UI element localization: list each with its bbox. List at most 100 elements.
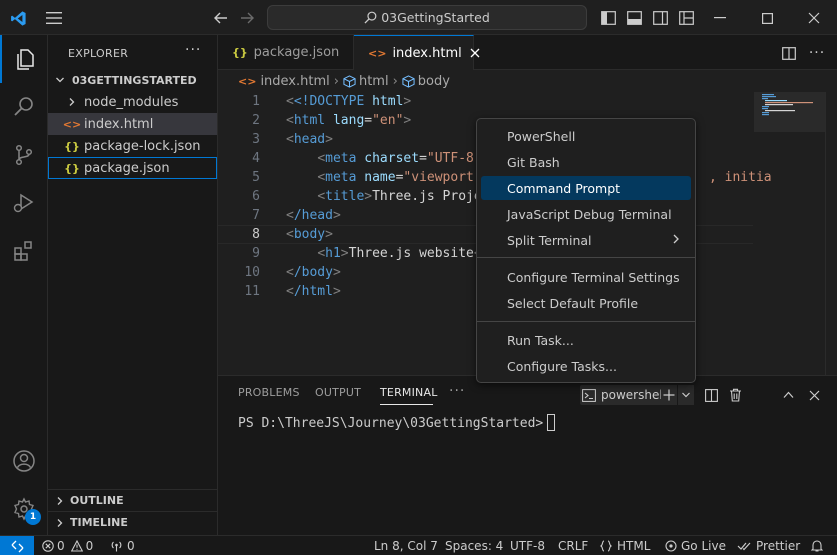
- close-tab-icon[interactable]: [470, 48, 480, 58]
- toggle-panel-icon[interactable]: [624, 8, 644, 28]
- html-file-icon: <>: [238, 74, 257, 88]
- title-bar: 03GettingStarted: [0, 0, 837, 35]
- split-terminal-icon[interactable]: [702, 385, 720, 405]
- problems-indicator[interactable]: 0 0: [42, 536, 93, 555]
- tree-item-node-modules[interactable]: node_modules: [48, 91, 217, 113]
- kill-terminal-trash-icon[interactable]: [726, 385, 744, 405]
- breadcrumb-separator-icon: ›: [392, 73, 398, 89]
- editor-scrollbar[interactable]: [825, 92, 837, 375]
- language-mode[interactable]: HTML: [600, 536, 650, 555]
- terminal-prompt: PS D:\ThreeJS\Journey\03GettingStarted>: [238, 416, 544, 431]
- extensions-icon[interactable]: [0, 227, 48, 275]
- command-center-search[interactable]: 03GettingStarted: [267, 5, 587, 30]
- close-window-icon[interactable]: [804, 8, 824, 28]
- panel-more-icon[interactable]: ···: [449, 383, 465, 399]
- tree-item-package-lock-json[interactable]: {} package-lock.json: [48, 135, 217, 157]
- outline-section[interactable]: OUTLINE: [48, 489, 217, 511]
- source-control-icon[interactable]: [0, 131, 48, 179]
- tab-package-json[interactable]: {} package.json: [218, 35, 354, 70]
- explorer-sidebar: EXPLORER ··· 03GETTINGSTARTED node_modul…: [48, 35, 218, 535]
- new-terminal-profile-menu: PowerShell Git Bash Command Prompt JavaS…: [476, 118, 696, 383]
- tree-item-label: package-lock.json: [84, 138, 201, 154]
- json-file-icon: {}: [64, 161, 80, 175]
- tab-index-html[interactable]: <> index.html: [354, 35, 480, 70]
- maximize-icon[interactable]: [757, 8, 777, 28]
- double-check-icon: [737, 541, 751, 551]
- prettier-status[interactable]: Prettier: [737, 536, 800, 555]
- menu-item-javascript-debug-terminal[interactable]: JavaScript Debug Terminal: [481, 202, 691, 226]
- minimize-icon[interactable]: [710, 8, 730, 28]
- tab-label: package.json: [253, 45, 340, 60]
- chevron-right-icon: [52, 496, 68, 506]
- menu-separator: [477, 257, 695, 258]
- html-file-icon: <>: [368, 46, 387, 60]
- terminal-output[interactable]: PS D:\ThreeJS\Journey\03GettingStarted>: [238, 414, 556, 431]
- menu-item-git-bash[interactable]: Git Bash: [481, 150, 691, 174]
- forward-arrow-icon[interactable]: [237, 8, 257, 28]
- vscode-logo-icon[interactable]: [8, 8, 28, 28]
- customize-layout-icon[interactable]: [676, 8, 696, 28]
- chevron-right-icon: [671, 232, 681, 249]
- breadcrumb-file[interactable]: index.html: [260, 74, 329, 89]
- bottom-panel: PROBLEMS OUTPUT TERMINAL ··· powershell …: [218, 375, 837, 535]
- terminal-cursor: [547, 414, 556, 431]
- cursor-position[interactable]: Ln 8, Col 7: [374, 536, 438, 555]
- notifications-bell-icon[interactable]: [811, 536, 823, 555]
- breadcrumb-separator-icon: ›: [333, 73, 339, 89]
- tab-problems[interactable]: PROBLEMS: [238, 386, 300, 399]
- toggle-secondary-sidebar-icon[interactable]: [650, 8, 670, 28]
- terminal-profiles-chevron-down-icon[interactable]: [678, 385, 694, 405]
- minimap[interactable]: [754, 92, 826, 375]
- tree-item-label: node_modules: [84, 94, 179, 110]
- tab-terminal[interactable]: TERMINAL: [380, 386, 438, 399]
- menu-item-command-prompt[interactable]: Command Prompt: [481, 176, 691, 200]
- remote-indicator[interactable]: [0, 536, 34, 555]
- active-tab-indicator: [380, 404, 433, 405]
- tree-item-label: package.json: [84, 160, 170, 176]
- tree-item-package-json[interactable]: {} package.json: [48, 157, 217, 179]
- status-bar: 0 0 0 Ln 8, Col 7 Spaces: 4 UTF-8 CRLF H…: [0, 535, 837, 555]
- back-arrow-icon[interactable]: [211, 8, 231, 28]
- menu-item-configure-tasks[interactable]: Configure Tasks...: [481, 354, 691, 378]
- element-cube-icon: [343, 74, 356, 88]
- tree-item-label: index.html: [84, 116, 154, 132]
- breadcrumb-node-html[interactable]: html: [359, 74, 389, 89]
- menu-separator: [477, 321, 695, 322]
- search-icon[interactable]: [0, 83, 48, 131]
- tab-output[interactable]: OUTPUT: [315, 386, 361, 399]
- maximize-panel-chevron-up-icon[interactable]: [779, 385, 797, 405]
- error-icon: [42, 539, 54, 552]
- element-cube-icon: [402, 74, 415, 88]
- toggle-primary-sidebar-icon[interactable]: [598, 8, 618, 28]
- ports-indicator[interactable]: 0: [110, 536, 135, 555]
- chevron-right-icon: [64, 97, 80, 107]
- go-live-button[interactable]: Go Live: [665, 536, 726, 555]
- manage-gear-icon[interactable]: [0, 485, 48, 533]
- menu-item-split-terminal[interactable]: Split Terminal: [481, 228, 691, 252]
- tree-item-index-html[interactable]: <> index.html: [48, 113, 217, 135]
- menu-item-powershell[interactable]: PowerShell: [481, 124, 691, 148]
- close-panel-icon[interactable]: [805, 385, 823, 405]
- accounts-icon[interactable]: [0, 437, 48, 485]
- breadcrumb-node-body[interactable]: body: [418, 74, 450, 89]
- terminal-instance[interactable]: powershell: [580, 385, 671, 405]
- notification-badge: 1: [25, 509, 41, 525]
- timeline-section[interactable]: TIMELINE: [48, 511, 217, 533]
- explorer-icon[interactable]: [0, 35, 48, 83]
- menu-item-select-default-profile[interactable]: Select Default Profile: [481, 291, 691, 315]
- indentation[interactable]: Spaces: 4: [445, 536, 503, 555]
- encoding[interactable]: UTF-8: [510, 536, 545, 555]
- editor-more-actions-icon[interactable]: ···: [807, 43, 827, 63]
- workspace-root-folder[interactable]: 03GETTINGSTARTED: [48, 69, 217, 91]
- menu-item-run-task[interactable]: Run Task...: [481, 328, 691, 352]
- broadcast-icon: [110, 540, 123, 552]
- menu-item-configure-terminal-settings[interactable]: Configure Terminal Settings: [481, 265, 691, 289]
- run-debug-icon[interactable]: [0, 179, 48, 227]
- new-terminal-plus-icon[interactable]: [661, 385, 677, 405]
- line-endings[interactable]: CRLF: [558, 536, 588, 555]
- menu-hamburger-icon[interactable]: [44, 8, 64, 28]
- search-icon: [364, 11, 377, 24]
- timeline-label: TIMELINE: [70, 516, 128, 529]
- explorer-more-actions[interactable]: ···: [185, 42, 201, 58]
- split-editor-icon[interactable]: [779, 43, 799, 63]
